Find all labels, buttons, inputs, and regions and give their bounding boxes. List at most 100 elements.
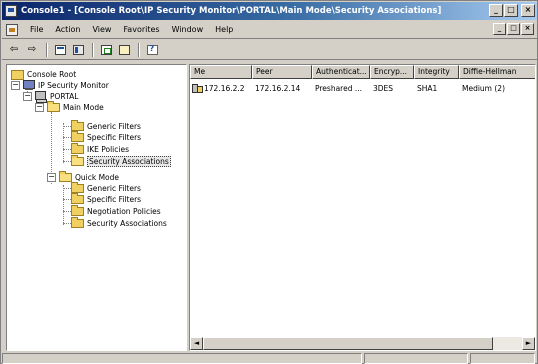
- tree-item-mm-specific-filters[interactable]: Specific Filters: [71, 131, 141, 143]
- up-level-icon: [54, 44, 66, 55]
- cell-diffie-hellman: Medium (2): [462, 83, 505, 93]
- tree-label-selected: Security Associations: [87, 156, 171, 167]
- status-panel-secondary: [364, 353, 468, 364]
- toolbar: ⇦ ⇨: [2, 40, 537, 60]
- child-window-controls: _ □ ×: [493, 23, 534, 35]
- column-header-diffie-hellman[interactable]: Diffie-Hellman: [459, 65, 535, 79]
- tree-item-quick-mode[interactable]: Quick Mode: [59, 171, 120, 183]
- menu-favorites[interactable]: Favorites: [117, 25, 165, 34]
- column-header-authentication[interactable]: Authenticat...: [312, 65, 370, 79]
- collapse-ip-monitor-toggle[interactable]: −: [11, 81, 20, 90]
- tree-label: Security Associations: [87, 219, 167, 228]
- tree-connector: [63, 199, 71, 200]
- scrollbar-thumb[interactable]: [203, 337, 493, 350]
- folder-open-icon: [47, 101, 60, 112]
- tree-item-console-root[interactable]: Console Root: [11, 69, 76, 80]
- menu-action[interactable]: Action: [49, 25, 86, 34]
- menu-window[interactable]: Window: [166, 25, 210, 34]
- console-tree-icon: [72, 44, 84, 55]
- column-header-peer[interactable]: Peer: [252, 65, 312, 79]
- tree-item-qm-specific-filters[interactable]: Specific Filters: [71, 193, 142, 205]
- refresh-icon: [100, 44, 112, 55]
- column-header-integrity[interactable]: Integrity: [414, 65, 459, 79]
- computer-icon: [35, 91, 47, 103]
- show-hide-console-tree-button[interactable]: [70, 42, 86, 58]
- close-button[interactable]: ×: [521, 4, 535, 17]
- folder-icon: [71, 131, 84, 142]
- document-system-menu-icon[interactable]: [6, 23, 18, 36]
- console-tree[interactable]: Console Root − IP Security Monitor − POR…: [6, 64, 187, 351]
- child-minimize-button[interactable]: _: [493, 23, 506, 35]
- child-maximize-button[interactable]: □: [507, 23, 520, 35]
- tree-connector: [63, 211, 71, 212]
- tree-connector: [63, 149, 71, 150]
- toolbar-separator: [92, 42, 94, 57]
- console-app-icon[interactable]: [5, 5, 17, 17]
- export-list-button[interactable]: [116, 42, 132, 58]
- ip-security-monitor-icon: [23, 80, 35, 91]
- table-row[interactable]: 172.16.2.2 172.16.2.14 Preshared ... 3DE…: [190, 82, 535, 94]
- list-header: Me Peer Authenticat... Encryp... Integri…: [190, 65, 535, 79]
- folder-icon: [71, 182, 84, 193]
- help-button[interactable]: [144, 42, 160, 58]
- back-button[interactable]: ⇦: [6, 42, 22, 58]
- forward-button[interactable]: ⇨: [24, 42, 40, 58]
- tree-label: IKE Policies: [87, 145, 129, 154]
- scroll-right-button[interactable]: ►: [522, 337, 535, 350]
- tree-item-qm-generic-filters[interactable]: Generic Filters: [71, 182, 141, 194]
- folder-icon: [71, 205, 84, 216]
- horizontal-scrollbar[interactable]: ◄ ►: [190, 337, 535, 350]
- cell-authentication: Preshared ...: [315, 83, 363, 93]
- status-panel-tertiary: [470, 353, 535, 364]
- folder-open-icon: [59, 171, 72, 182]
- collapse-main-mode-toggle[interactable]: −: [35, 103, 44, 112]
- window-controls: _ □ ×: [489, 4, 535, 17]
- tree-connector: [63, 161, 71, 162]
- tree-item-main-mode[interactable]: Main Mode: [47, 101, 104, 113]
- status-panel-main: [2, 353, 362, 364]
- tree-item-mm-security-associations[interactable]: Security Associations: [71, 155, 171, 167]
- tree-item-qm-negotiation-policies[interactable]: Negotiation Policies: [71, 205, 161, 217]
- help-icon: [146, 44, 158, 55]
- refresh-button[interactable]: [98, 42, 114, 58]
- tree-connector: [63, 123, 64, 163]
- tree-item-mm-generic-filters[interactable]: Generic Filters: [71, 120, 141, 132]
- collapse-quick-mode-toggle[interactable]: −: [47, 173, 56, 182]
- cell-peer: 172.16.2.14: [255, 83, 301, 93]
- console-root-folder-icon: [11, 69, 24, 80]
- tree-item-ip-security-monitor[interactable]: IP Security Monitor: [23, 80, 109, 91]
- column-header-encryption[interactable]: Encryp...: [370, 65, 414, 79]
- security-association-icon: [192, 83, 203, 93]
- folder-icon: [71, 143, 84, 154]
- child-close-button[interactable]: ×: [521, 23, 534, 35]
- status-bar: [2, 353, 537, 364]
- tree-label: Quick Mode: [75, 173, 120, 182]
- folder-icon: [71, 193, 84, 204]
- tree-label: Main Mode: [63, 103, 104, 112]
- tree-connector: [63, 137, 71, 138]
- tree-item-qm-security-associations[interactable]: Security Associations: [71, 217, 167, 229]
- mmc-window: Console1 - [Console Root\IP Security Mon…: [0, 0, 538, 364]
- results-list-view[interactable]: Me Peer Authenticat... Encryp... Integri…: [189, 64, 536, 351]
- tree-label: IP Security Monitor: [38, 81, 109, 90]
- maximize-button[interactable]: □: [504, 4, 518, 17]
- menu-bar: File Action View Favorites Window Help _…: [2, 21, 537, 39]
- tree-label: Generic Filters: [87, 122, 141, 131]
- tree-label: Specific Filters: [87, 195, 142, 204]
- scroll-left-button[interactable]: ◄: [190, 337, 203, 350]
- up-one-level-button[interactable]: [52, 42, 68, 58]
- tree-label: Generic Filters: [87, 184, 141, 193]
- column-header-me[interactable]: Me: [190, 65, 252, 79]
- tree-item-mm-ike-policies[interactable]: IKE Policies: [71, 143, 129, 155]
- collapse-portal-toggle[interactable]: −: [23, 92, 32, 101]
- cell-me: 172.16.2.2: [204, 83, 245, 93]
- menu-view[interactable]: View: [86, 25, 117, 34]
- tree-item-portal[interactable]: PORTAL: [35, 91, 78, 103]
- folder-open-icon: [71, 155, 84, 166]
- menu-help[interactable]: Help: [209, 25, 239, 34]
- folder-icon: [71, 217, 84, 228]
- cell-encryption: 3DES: [373, 83, 394, 93]
- minimize-button[interactable]: _: [489, 4, 503, 17]
- menu-file[interactable]: File: [24, 25, 49, 34]
- title-bar[interactable]: Console1 - [Console Root\IP Security Mon…: [2, 2, 537, 20]
